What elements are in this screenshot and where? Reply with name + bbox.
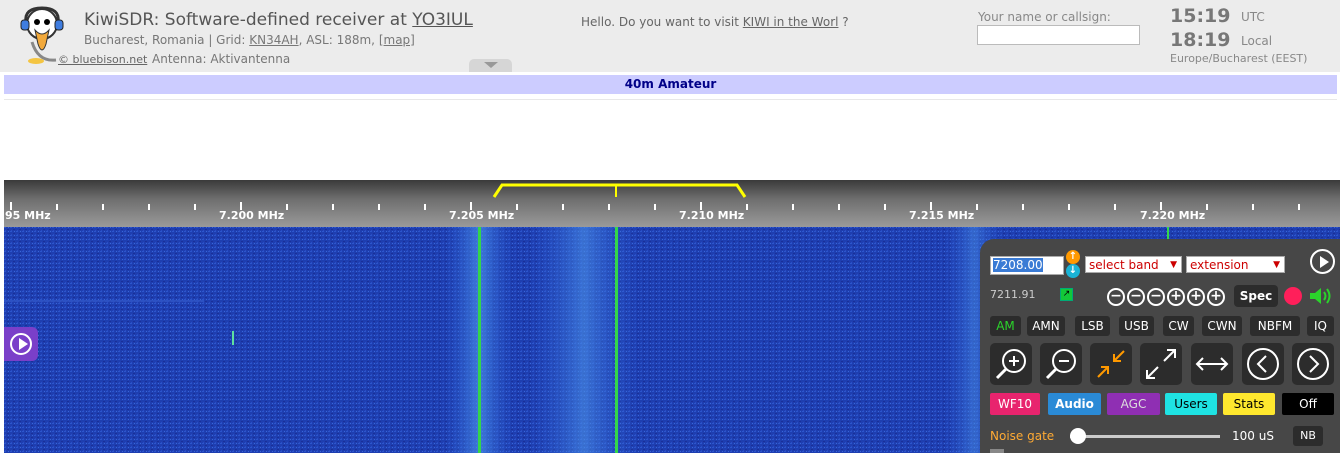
- mode-usb-button[interactable]: USB: [1119, 316, 1154, 336]
- waterfall-play-button[interactable]: [4, 327, 38, 361]
- noise-gate-value: 100 uS: [1232, 429, 1274, 443]
- local-label: Local: [1241, 34, 1273, 48]
- tab-off[interactable]: Off: [1282, 393, 1334, 415]
- tab-wf[interactable]: WF10: [990, 393, 1040, 415]
- logo-credit[interactable]: © bluebison.net: [58, 53, 147, 66]
- noise-gate-slider[interactable]: [1070, 435, 1220, 438]
- step-left-button[interactable]: [1242, 343, 1284, 385]
- scale-label: 95 MHz: [5, 209, 51, 222]
- swap-icon: [1195, 357, 1229, 371]
- zoom-fit-button[interactable]: [1090, 343, 1132, 385]
- receiver-location: Bucharest, Romania | Grid: KN34AH, ASL: …: [84, 33, 415, 47]
- map-link[interactable]: [map]: [379, 33, 415, 47]
- tab-audio[interactable]: Audio: [1048, 393, 1101, 415]
- zoom-out-icon: [1045, 349, 1076, 380]
- scale-label: 7.210 MHz: [679, 209, 745, 222]
- receiver-title-text: KiwiSDR: Software-defined receiver at: [84, 10, 413, 30]
- scale-ticks: [10, 202, 1300, 210]
- location-text: Bucharest, Romania | Grid:: [84, 33, 250, 47]
- kiwisdr-app: © bluebison.net KiwiSDR: Software-define…: [0, 0, 1340, 453]
- signal-trace: [615, 227, 618, 453]
- step-right-button[interactable]: [1292, 343, 1334, 385]
- utc-label: UTC: [1241, 10, 1265, 24]
- arrow-left-icon: [1247, 348, 1279, 380]
- band-bar[interactable]: 40m Amateur: [4, 75, 1337, 94]
- zoom-out-icon[interactable]: −: [1127, 288, 1145, 306]
- band-select[interactable]: select band ▼: [1085, 256, 1182, 273]
- spec-button[interactable]: Spec: [1234, 285, 1278, 307]
- speaker-icon[interactable]: [1308, 285, 1334, 307]
- antenna-info: Antenna: Aktivantenna: [152, 52, 291, 66]
- frequency-scale[interactable]: 95 MHz 7.200 MHz 7.205 MHz 7.210 MHz 7.2…: [4, 180, 1340, 227]
- signal-trace: [478, 227, 481, 453]
- top-bar: © bluebison.net KiwiSDR: Software-define…: [0, 0, 1340, 72]
- noise-gate-slider-handle[interactable]: [1070, 428, 1086, 444]
- zoom-out-max-icon[interactable]: −: [1107, 288, 1125, 306]
- play-icon: [1320, 256, 1329, 268]
- header-collapse-button[interactable]: [469, 59, 512, 72]
- record-icon[interactable]: [1284, 287, 1302, 305]
- control-panel: 7208.00 ↑ ↓ select band ▼ extension ▼ 7211…: [980, 239, 1340, 453]
- mode-cwn-button[interactable]: CWN: [1202, 316, 1242, 336]
- tab-agc[interactable]: AGC: [1107, 393, 1160, 415]
- mode-am-button[interactable]: AM: [990, 316, 1021, 336]
- expand-icon: [1146, 349, 1176, 379]
- next-row-control: [990, 449, 1004, 453]
- frequency-down-icon[interactable]: ↓: [1066, 264, 1080, 278]
- asl-text: , ASL: 188m,: [298, 33, 379, 47]
- zoom-fit-icon: [1097, 350, 1125, 378]
- callsign-input[interactable]: [977, 25, 1140, 45]
- hello-message: Hello. Do you want to visit KIWI in the …: [581, 15, 849, 29]
- mode-lsb-button[interactable]: LSB: [1075, 316, 1110, 336]
- receiver-title: KiwiSDR: Software-defined receiver at YO…: [84, 10, 473, 30]
- play-triangle: [19, 338, 28, 350]
- scale-label: 7.205 MHz: [449, 209, 515, 222]
- external-link-icon[interactable]: ↗: [1060, 288, 1073, 301]
- chevron-down-icon: [484, 62, 498, 68]
- grid-link[interactable]: KN34AH: [249, 33, 298, 47]
- zoom-out-button[interactable]: [1040, 343, 1082, 385]
- extension-select[interactable]: extension ▼: [1186, 256, 1285, 273]
- mode-amn-button[interactable]: AMN: [1027, 316, 1065, 336]
- signal-trace: [1167, 227, 1169, 239]
- tab-stats[interactable]: Stats: [1223, 393, 1275, 415]
- utc-time: 15:19: [1170, 5, 1231, 27]
- noise-gate-label: Noise gate: [990, 429, 1055, 443]
- zoom-in-icon[interactable]: +: [1187, 288, 1205, 306]
- zoom-out-step-icon[interactable]: −: [1147, 288, 1165, 306]
- expand-button[interactable]: [1140, 343, 1182, 385]
- timezone: Europe/Bucharest (EEST): [1170, 52, 1308, 65]
- tab-users[interactable]: Users: [1165, 393, 1217, 415]
- zoom-in-button[interactable]: [990, 343, 1032, 385]
- zoom-in-icon: [995, 349, 1026, 380]
- dropdown-arrow-icon: ▼: [1170, 260, 1177, 270]
- frequency-up-icon[interactable]: ↑: [1066, 250, 1080, 264]
- scale-label: 7.220 MHz: [1140, 209, 1206, 222]
- callsign-label: Your name or callsign:: [978, 10, 1111, 24]
- owner-callsign-link[interactable]: YO3IUL: [412, 10, 473, 30]
- hello-text: Hello. Do you want to visit: [581, 15, 743, 29]
- spectrum-area[interactable]: [4, 99, 1337, 180]
- arrow-right-icon: [1297, 348, 1329, 380]
- hello-suffix: ?: [838, 15, 849, 29]
- dropdown-arrow-icon: ▼: [1273, 260, 1280, 270]
- local-time: 18:19: [1170, 29, 1231, 51]
- scale-label: 7.200 MHz: [219, 209, 285, 222]
- mode-iq-button[interactable]: IQ: [1307, 316, 1334, 336]
- frequency-input[interactable]: 7208.00: [990, 256, 1064, 275]
- mode-nbfm-button[interactable]: NBFM: [1250, 316, 1300, 336]
- mode-cw-button[interactable]: CW: [1163, 316, 1194, 336]
- passband-marker[interactable]: [492, 183, 747, 198]
- frequency-readout: 7211.91: [990, 288, 1036, 301]
- nb-button[interactable]: NB: [1293, 426, 1323, 446]
- frequency-stepper[interactable]: ↑ ↓: [1066, 250, 1080, 278]
- panel-play-button[interactable]: [1310, 249, 1335, 274]
- swap-button[interactable]: [1191, 343, 1233, 385]
- zoom-in-max-icon[interactable]: +: [1207, 288, 1225, 306]
- kiwi-map-link[interactable]: KIWI in the Worl: [743, 15, 839, 29]
- zoom-in-step-icon[interactable]: +: [1167, 288, 1185, 306]
- scale-label: 7.215 MHz: [909, 209, 975, 222]
